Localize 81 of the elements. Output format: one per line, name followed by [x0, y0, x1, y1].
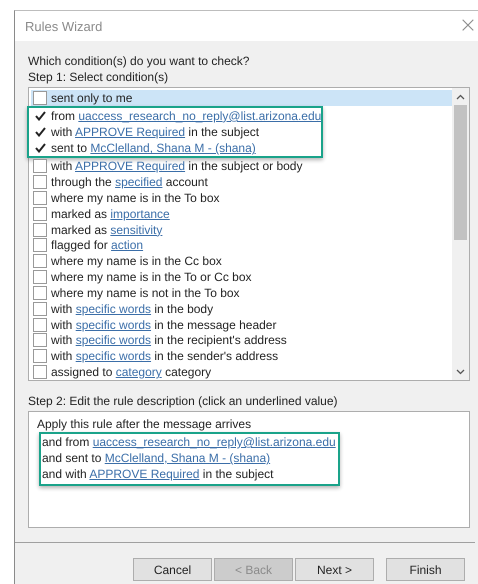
condition-text: where my name is in the Cc box [51, 254, 222, 268]
condition-text: where my name is not in the To box [51, 286, 240, 300]
condition-text: marked as importance [51, 206, 170, 221]
condition-text: from uaccess_research_no_reply@list.arizona.edu [51, 108, 322, 123]
link[interactable]: sensitivity [110, 222, 162, 237]
step-label: Step 1: Select condition(s) [28, 69, 170, 85]
close-button[interactable]: × [457, 15, 478, 37]
rule-line: and from uaccess_research_no_reply@list.arizona.edu [42, 435, 336, 449]
step-label: Step 2: Edit the rule description (click an underlined value) [28, 393, 339, 409]
condition-text: where my name is in the To box [51, 190, 220, 205]
link[interactable]: APPROVE Required [89, 467, 200, 481]
link[interactable]: action [111, 238, 144, 252]
link[interactable]: category [116, 365, 162, 380]
condition-row[interactable]: with specific words in the body [31, 300, 452, 317]
condition-text: through the specified account [51, 175, 208, 190]
link[interactable]: specific words [76, 318, 152, 332]
condition-row[interactable]: through the specified account [31, 174, 452, 190]
condition-text: assigned to category category [51, 365, 212, 380]
condition-text: sent only to me [51, 90, 132, 105]
checkbox[interactable] [33, 349, 47, 364]
prompt-text: Which condition(s) do you want to check? [28, 53, 250, 69]
condition-text: flagged for action [51, 238, 144, 252]
link[interactable]: APPROVE Required [75, 159, 186, 174]
checkbox[interactable] [33, 318, 47, 332]
link[interactable]: importance [110, 206, 170, 221]
window-title: Rules Wizard [25, 18, 102, 34]
condition-text: sent to McClelland, Shana M - (shana) [51, 141, 256, 156]
condition-row[interactable]: with specific words in the sender's address [31, 348, 452, 364]
checkbox[interactable] [33, 222, 47, 237]
condition-row[interactable]: with specific words in the message header [31, 316, 452, 332]
condition-row[interactable]: marked as importance [31, 206, 452, 222]
checkbox[interactable] [33, 159, 47, 174]
condition-text: with specific words in the recipient's address [51, 333, 287, 348]
condition-row[interactable]: marked as sensitivity [31, 222, 452, 238]
condition-text: where my name is in the To or Cc box [51, 270, 252, 284]
dialog-button[interactable]: Cancel [133, 558, 212, 581]
checkbox[interactable] [33, 190, 47, 205]
condition-row[interactable]: where my name is in the Cc box [31, 253, 452, 270]
link[interactable]: uaccess_research_no_reply@list.arizona.edu [78, 108, 322, 123]
dialog-button[interactable]: Next > [295, 558, 374, 581]
checkbox[interactable] [33, 90, 47, 105]
condition-text: with specific words in the sender's address [51, 349, 278, 364]
scroll-thumb[interactable] [454, 105, 467, 240]
condition-row[interactable]: sent to McClelland, Shana M - (shana) [31, 140, 322, 156]
checkbox[interactable] [33, 333, 47, 348]
link[interactable]: McClelland, Shana M - (shana) [90, 141, 256, 156]
link[interactable]: McClelland, Shana M - (shana) [104, 451, 270, 465]
condition-text: with specific words in the message header [51, 318, 276, 332]
checkbox[interactable] [33, 254, 47, 268]
link[interactable]: specific words [76, 333, 152, 348]
condition-row[interactable]: flagged for action [31, 238, 452, 254]
checkbox[interactable] [33, 286, 47, 300]
checkbox[interactable] [33, 206, 47, 221]
link[interactable]: specific words [76, 302, 152, 316]
checkbox[interactable] [33, 270, 47, 284]
condition-text: with APPROVE Required in the subject [51, 125, 260, 140]
link[interactable]: APPROVE Required [75, 125, 186, 140]
condition-row[interactable]: assigned to category category [31, 364, 452, 380]
condition-row[interactable]: with APPROVE Required in the subject [31, 124, 322, 140]
condition-row[interactable]: where my name is in the To box [31, 190, 452, 206]
condition-row[interactable]: where my name is not in the To box [31, 285, 452, 301]
scrollbar[interactable] [452, 88, 469, 380]
rule-line: and sent to McClelland, Shana M - (shana) [42, 451, 270, 465]
condition-text: with APPROVE Required in the subject or body [51, 159, 302, 174]
rule-line: and with APPROVE Required in the subject [42, 467, 274, 481]
link[interactable]: specified [115, 175, 162, 190]
checkbox[interactable] [33, 365, 47, 380]
condition-row[interactable]: sent only to me [31, 90, 452, 106]
link[interactable]: uaccess_research_no_reply@list.arizona.edu [92, 435, 336, 449]
condition-row[interactable]: from uaccess_research_no_reply@list.arizona.edu [31, 108, 322, 124]
condition-row[interactable]: with APPROVE Required in the subject or body [31, 158, 452, 174]
condition-text: marked as sensitivity [51, 222, 162, 237]
checkbox[interactable] [33, 175, 47, 190]
condition-row[interactable]: with specific words in the recipient's address [31, 332, 452, 348]
link[interactable]: specific words [76, 349, 152, 364]
checkbox[interactable] [33, 238, 47, 252]
dialog-button[interactable]: Finish [386, 558, 465, 581]
condition-row[interactable]: where my name is in the To or Cc box [31, 269, 452, 286]
checkbox[interactable] [33, 302, 47, 316]
condition-text: with specific words in the body [51, 302, 214, 316]
rule-line: Apply this rule after the message arrives [37, 417, 252, 431]
